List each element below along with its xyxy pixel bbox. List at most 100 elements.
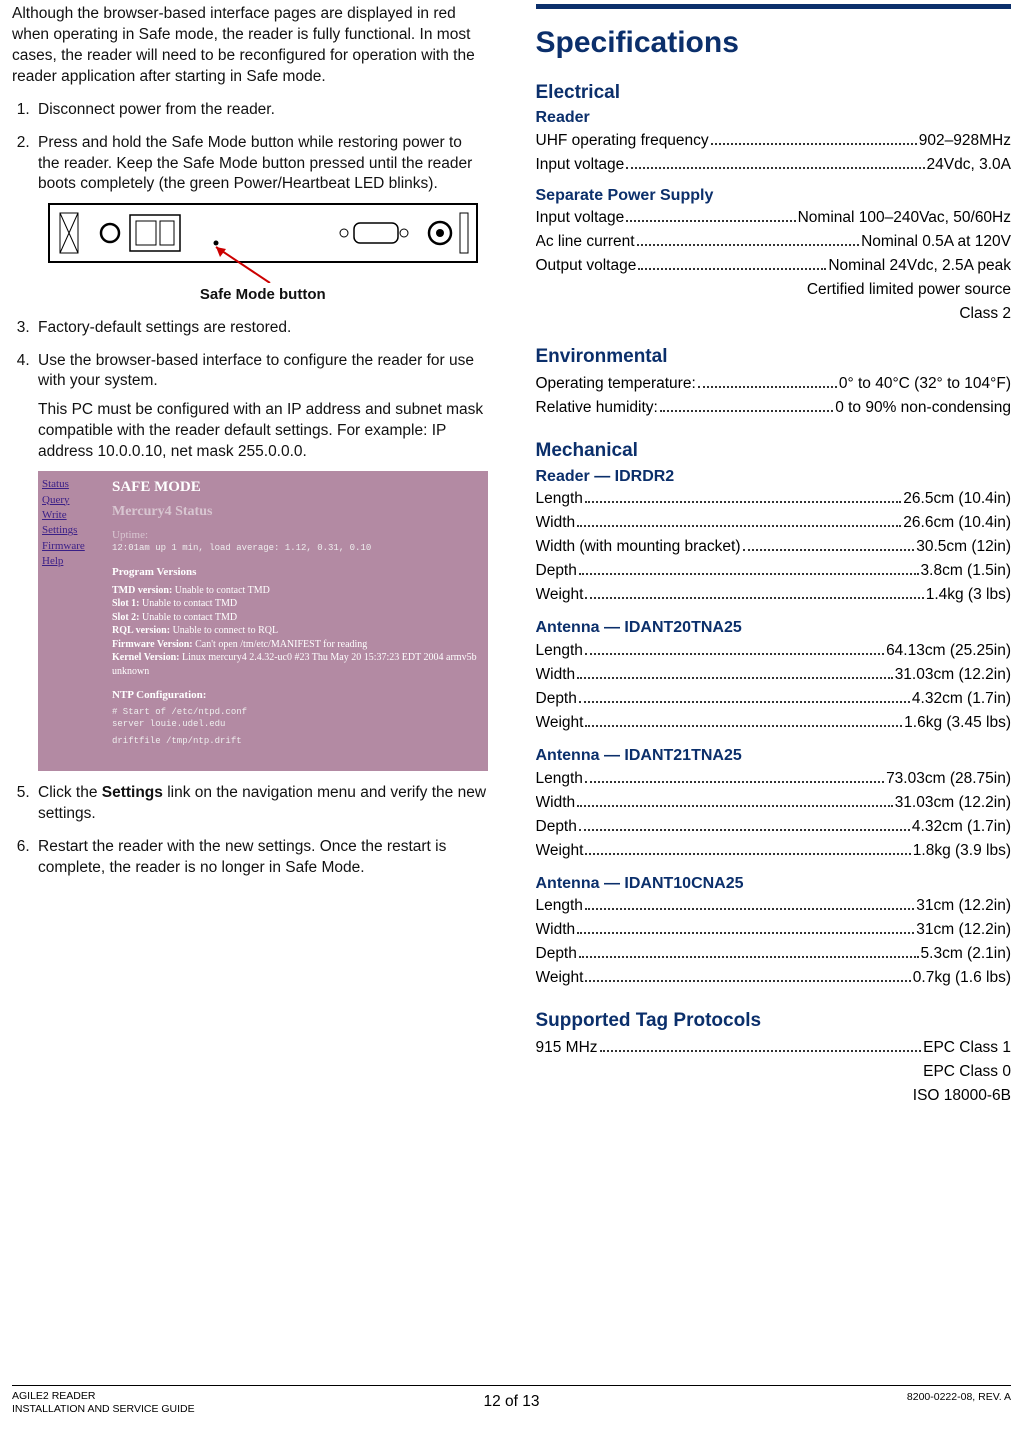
safe-mode-nav-item: Firmware bbox=[42, 539, 100, 554]
step-4b-text: This PC must be configured with an IP ad… bbox=[38, 400, 488, 463]
safe-mode-nav: StatusQueryWriteSettingsFirmwareHelp bbox=[38, 471, 104, 771]
step-5-pre: Click the bbox=[38, 784, 102, 801]
spec-value: EPC Class 1 bbox=[923, 1036, 1011, 1060]
dots-leader bbox=[585, 769, 884, 783]
spec-value: 31.03cm (12.2in) bbox=[895, 663, 1011, 687]
dots-leader bbox=[600, 1038, 922, 1052]
specifications-title: Specifications bbox=[536, 23, 1012, 64]
mechanical-group-title: Antenna — IDANT20TNA25 bbox=[536, 617, 1012, 639]
step-5: Click the Settings link on the navigatio… bbox=[34, 783, 488, 825]
step-5-bold: Settings bbox=[102, 784, 163, 801]
spec-label: Relative humidity: bbox=[536, 396, 658, 420]
spec-value: 0.7kg (1.6 lbs) bbox=[913, 966, 1011, 990]
sps-title: Separate Power Supply bbox=[536, 185, 1012, 207]
spec-row: Depth4.32cm (1.7in) bbox=[536, 687, 1012, 711]
mechanical-title: Mechanical bbox=[536, 438, 1012, 464]
program-versions-header: Program Versions bbox=[112, 565, 480, 580]
safe-mode-nav-item: Query bbox=[42, 493, 100, 508]
safe-mode-line: Kernel Version: Linux mercury4 2.4.32-uc… bbox=[112, 651, 480, 678]
dots-leader bbox=[579, 561, 919, 575]
dots-leader bbox=[626, 208, 795, 222]
spec-value: 30.5cm (12in) bbox=[916, 535, 1011, 559]
spec-value: 3.8cm (1.5in) bbox=[921, 559, 1011, 583]
dots-leader bbox=[585, 841, 910, 855]
spec-value: 1.4kg (3 lbs) bbox=[926, 583, 1011, 607]
step-4-text: Use the browser-based interface to confi… bbox=[38, 352, 474, 390]
ntp-header: NTP Configuration: bbox=[112, 688, 480, 703]
spec-value: 64.13cm (25.25in) bbox=[886, 639, 1011, 663]
safe-mode-main: SAFE MODE Mercury4 Status Uptime: 12:01a… bbox=[104, 471, 488, 771]
spec-row: Input voltageNominal 100–240Vac, 50/60Hz bbox=[536, 206, 1012, 230]
spec-right-only: ISO 18000-6B bbox=[536, 1084, 1012, 1108]
spec-value: Nominal 100–240Vac, 50/60Hz bbox=[798, 206, 1011, 230]
spec-label: Weight bbox=[536, 839, 584, 863]
figure-caption: Safe Mode button bbox=[38, 285, 488, 305]
dots-leader bbox=[585, 585, 923, 599]
spec-value: 24Vdc, 3.0A bbox=[927, 153, 1011, 177]
dots-leader bbox=[626, 155, 924, 169]
spec-value: 31.03cm (12.2in) bbox=[895, 791, 1011, 815]
ntp-line-2: server louie.udel.edu bbox=[112, 719, 480, 731]
spec-row: Weight1.4kg (3 lbs) bbox=[536, 583, 1012, 607]
intro-paragraph: Although the browser-based interface pag… bbox=[12, 4, 488, 88]
spec-value: Nominal 0.5A at 120V bbox=[861, 230, 1011, 254]
dots-leader bbox=[577, 920, 914, 934]
left-column: Although the browser-based interface pag… bbox=[12, 4, 488, 1126]
reader-title: Reader bbox=[536, 107, 1012, 129]
steps-list: Disconnect power from the reader. Press … bbox=[12, 100, 488, 879]
spec-label: Width bbox=[536, 791, 576, 815]
spec-row: Width (with mounting bracket)30.5cm (12i… bbox=[536, 535, 1012, 559]
spec-row: Weight1.8kg (3.9 lbs) bbox=[536, 839, 1012, 863]
spec-value: 4.32cm (1.7in) bbox=[912, 815, 1011, 839]
spec-label: Length bbox=[536, 487, 583, 511]
spec-row: Depth 4.32cm (1.7in) bbox=[536, 815, 1012, 839]
dots-leader bbox=[585, 713, 902, 727]
spec-row: Depth3.8cm (1.5in) bbox=[536, 559, 1012, 583]
safe-mode-line: RQL version: Unable to connect to RQL bbox=[112, 624, 480, 638]
protocols-block: Supported Tag Protocols 915 MHzEPC Class… bbox=[536, 1008, 1012, 1108]
spec-row: Depth5.3cm (2.1in) bbox=[536, 942, 1012, 966]
spec-row: Length 26.5cm (10.4in) bbox=[536, 487, 1012, 511]
step-2-text: Press and hold the Safe Mode button whil… bbox=[38, 134, 472, 193]
mechanical-block: Mechanical Reader — IDRDR2Length26.5cm (… bbox=[536, 438, 1012, 990]
mechanical-group-title: Reader — IDRDR2 bbox=[536, 466, 1012, 488]
spec-value: 0° to 40°C (32° to 104°F) bbox=[839, 372, 1011, 396]
mechanical-group-title: Antenna — IDANT10CNA25 bbox=[536, 873, 1012, 895]
ntp-line-1: # Start of /etc/ntpd.conf bbox=[112, 707, 480, 719]
spec-value: 31cm (12.2in) bbox=[916, 894, 1011, 918]
spec-value: 1.6kg (3.45 lbs) bbox=[904, 711, 1011, 735]
spec-label: Width bbox=[536, 663, 576, 687]
right-column: Specifications Electrical Reader UHF ope… bbox=[536, 4, 1012, 1126]
step-1: Disconnect power from the reader. bbox=[34, 100, 488, 121]
spec-row: Width31cm (12.2in) bbox=[536, 918, 1012, 942]
safe-mode-nav-item: Status bbox=[42, 477, 100, 492]
spec-row: Operating temperature: 0° to 40°C (32° to… bbox=[536, 372, 1012, 396]
spec-row: Ac line currentNominal 0.5A at 120V bbox=[536, 230, 1012, 254]
spec-label: Length bbox=[536, 767, 583, 791]
spec-right-only: Certified limited power source bbox=[536, 278, 1012, 302]
spec-label: Operating temperature: bbox=[536, 372, 696, 396]
spec-row: Input voltage24Vdc, 3.0A bbox=[536, 153, 1012, 177]
spec-label: UHF operating frequency bbox=[536, 129, 709, 153]
environmental-block: Environmental Operating temperature:0° t… bbox=[536, 344, 1012, 420]
spec-value: 0 to 90% non-condensing bbox=[835, 396, 1011, 420]
safe-mode-screenshot: StatusQueryWriteSettingsFirmwareHelp SAF… bbox=[38, 471, 488, 771]
spec-value: 4.32cm (1.7in) bbox=[912, 687, 1011, 711]
dots-leader bbox=[585, 489, 901, 503]
step-2: Press and hold the Safe Mode button whil… bbox=[34, 133, 488, 306]
spec-row: Width 31.03cm (12.2in) bbox=[536, 791, 1012, 815]
spec-value: 26.5cm (10.4in) bbox=[903, 487, 1011, 511]
step-6: Restart the reader with the new settings… bbox=[34, 837, 488, 879]
reader-figure: Safe Mode button bbox=[38, 203, 488, 305]
dots-leader bbox=[577, 665, 893, 679]
electrical-block: Electrical Reader UHF operating frequenc… bbox=[536, 80, 1012, 327]
spec-row: UHF operating frequency902–928MHz bbox=[536, 129, 1012, 153]
dots-leader bbox=[585, 896, 914, 910]
spec-value: 5.3cm (2.1in) bbox=[921, 942, 1011, 966]
spec-value: Nominal 24Vdc, 2.5A peak bbox=[828, 254, 1011, 278]
dots-leader bbox=[638, 256, 826, 270]
spec-label: Depth bbox=[536, 815, 577, 839]
dots-leader bbox=[637, 232, 859, 246]
dots-leader bbox=[743, 537, 915, 551]
dots-leader bbox=[577, 513, 901, 527]
